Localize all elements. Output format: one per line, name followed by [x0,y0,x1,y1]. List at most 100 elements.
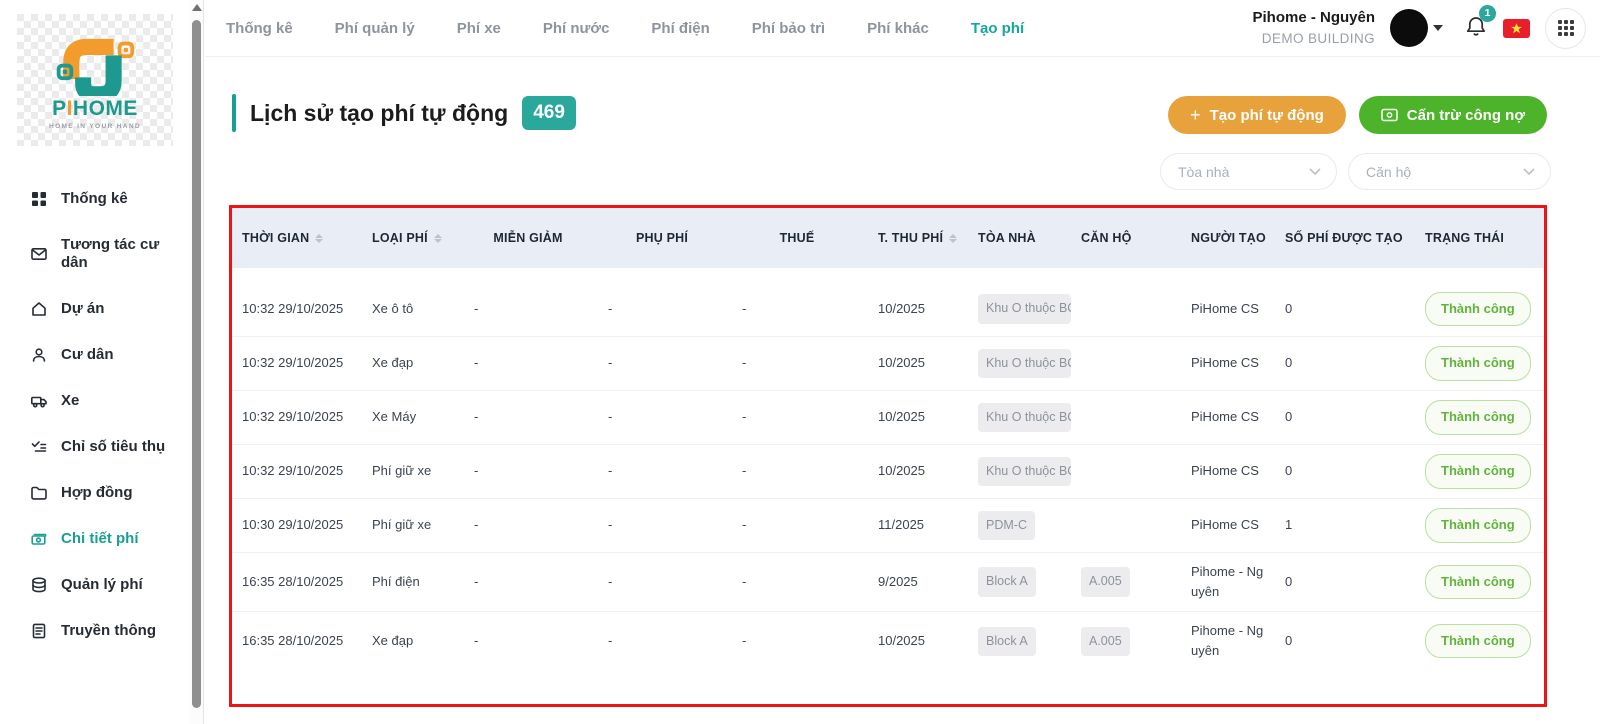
sidebar-item-5[interactable]: Chỉ số tiêu thụ [0,424,190,470]
column-label: THUẾ [780,231,815,245]
creator-name: PiHome CS [1191,407,1269,427]
sidebar-item-1[interactable]: Tương tác cư dân [0,222,190,286]
tab-1[interactable]: Phí quản lý [335,20,415,37]
column-header-8: NGƯỜI TẠO [1181,231,1275,245]
sidebar-item-label: Thống kê [61,190,128,208]
sidebar-menu: Thống kê Tương tác cư dânDự án Cư dân Xe Chỉ… [0,176,190,654]
apartment-filter-select[interactable]: Căn hộ [1348,153,1551,190]
tab-2[interactable]: Phí xe [457,20,501,37]
cell-exemption: - [464,622,598,660]
building-tag: Khu O thuộc BC [978,294,1071,323]
sidebar-item-9[interactable]: Truyền thông [0,608,190,654]
cell-creator: PiHome CS [1181,452,1275,490]
sort-icon[interactable] [315,234,323,243]
cell-period: 10/2025 [868,622,968,660]
table-row-6: 16:35 28/10/2025Xe đạp---10/2025Block AA… [232,611,1544,670]
status-badge: Thành công [1425,508,1531,542]
sidebar-item-6[interactable]: Hợp đồng [0,470,190,516]
sidebar-item-label: Xe [61,392,79,410]
tab-4[interactable]: Phí điện [651,20,709,37]
account-menu[interactable] [1390,9,1443,47]
column-label: CĂN HỘ [1081,231,1132,245]
sidebar-item-label: Hợp đồng [61,484,132,502]
building-filter-select[interactable]: Tòa nhà [1160,153,1337,190]
column-header-1[interactable]: LOẠI PHÍ [362,231,464,245]
cell-surcharge: - [598,398,732,436]
scrollbar-thumb[interactable] [192,20,201,708]
creator-name: PiHome CS [1191,515,1269,535]
page-title-row: Lịch sử tạo phí tự động 469 [232,94,576,132]
cell-apartment [1071,409,1181,427]
cell-time: 16:35 28/10/2025 [232,563,362,601]
sidebar-item-4[interactable]: Xe [0,378,190,424]
column-header-0[interactable]: THỜI GIAN [232,231,362,245]
column-label: NGƯỜI TẠO [1191,231,1266,245]
cell-exemption: - [464,290,598,328]
checklist-icon [30,438,48,456]
creator-name: PiHome CS [1191,461,1269,481]
brand-wordmark: PIHOME [52,98,138,119]
sidebar-item-2[interactable]: Dự án [0,286,190,332]
sidebar-item-label: Cư dân [61,346,114,364]
cell-building: Block A [968,558,1071,605]
sidebar-item-3[interactable]: Cư dân [0,332,190,378]
cell-period: 10/2025 [868,344,968,382]
cell-creator: PiHome CS [1181,398,1275,436]
cell-tax: - [732,506,868,544]
sidebar-item-0[interactable]: Thống kê [0,176,190,222]
column-header-7: CĂN HỘ [1071,231,1181,245]
tab-3[interactable]: Phí nước [543,20,610,37]
chevron-down-icon [1523,168,1535,176]
cell-fees-created: 0 [1275,398,1415,436]
title-accent-bar [232,94,236,132]
cell-fee-type: Xe đạp [362,622,464,660]
grid-icon [30,190,48,208]
cell-fee-type: Xe Máy [362,398,464,436]
column-label: LOẠI PHÍ [372,231,428,245]
cell-period: 10/2025 [868,398,968,436]
sort-icon[interactable] [949,234,957,243]
cell-fees-created: 0 [1275,344,1415,382]
sidebar-item-8[interactable]: Quản lý phí [0,562,190,608]
tab-0[interactable]: Thống kê [226,20,293,37]
table-body: 10:32 29/10/2025Xe ô tô---10/2025Khu O t… [232,282,1544,671]
creator-name: Pihome - Nguyên [1191,621,1269,661]
create-auto-fee-button[interactable]: + Tạo phí tự động [1168,96,1346,134]
vietnam-flag-icon[interactable] [1503,19,1530,38]
brand-tagline: HOME IN YOUR HAND [49,123,141,130]
cell-building: Khu O thuộc BC [968,448,1071,495]
cell-surcharge: - [598,563,732,601]
fee-tabs: Thống kê Phí quản lý Phí xe Phí nước Phí điệ… [226,20,1024,37]
status-badge: Thành công [1425,454,1531,488]
status-badge: Thành công [1425,624,1531,658]
filter-row: Tòa nhà Căn hộ [1160,153,1551,190]
tab-7[interactable]: Tạo phí [971,20,1024,37]
debt-offset-button[interactable]: Cấn trừ công nợ [1359,96,1547,134]
cell-fees-created: 0 [1275,452,1415,490]
cell-fee-type: Phí giữ xe [362,506,464,544]
scroll-up-arrow-icon[interactable] [192,4,202,11]
cell-fee-type: Phí điện [362,563,464,601]
database-icon [30,576,48,594]
sidebar-item-7[interactable]: Chi tiết phí [0,516,190,562]
cell-exemption: - [464,344,598,382]
building-tag: Khu O thuộc BC [978,457,1071,486]
tab-5[interactable]: Phí bảo trì [752,20,825,37]
sort-icon[interactable] [434,234,442,243]
column-label: T. THU PHÍ [878,231,943,245]
cell-status: Thành công [1415,283,1544,335]
apps-launcher-button[interactable] [1545,8,1586,49]
vertical-scrollbar[interactable] [190,0,204,724]
cell-tax: - [732,344,868,382]
column-header-3: PHỤ PHÍ [598,231,732,245]
table-row-5: 16:35 28/10/2025Phí điện---9/2025Block A… [232,552,1544,611]
tab-6[interactable]: Phí khác [867,20,929,37]
cell-period: 11/2025 [868,506,968,544]
avatar[interactable] [1390,9,1428,47]
column-header-5[interactable]: T. THU PHÍ [868,231,968,245]
apartment-tag: A.005 [1081,627,1130,656]
notifications-button[interactable]: 1 [1464,14,1488,43]
table-header: THỜI GIANLOẠI PHÍMIỄN GIẢMPHỤ PHÍTHUẾT. … [232,208,1544,268]
cell-period: 9/2025 [868,563,968,601]
building-tag: PDM-C [978,511,1035,540]
